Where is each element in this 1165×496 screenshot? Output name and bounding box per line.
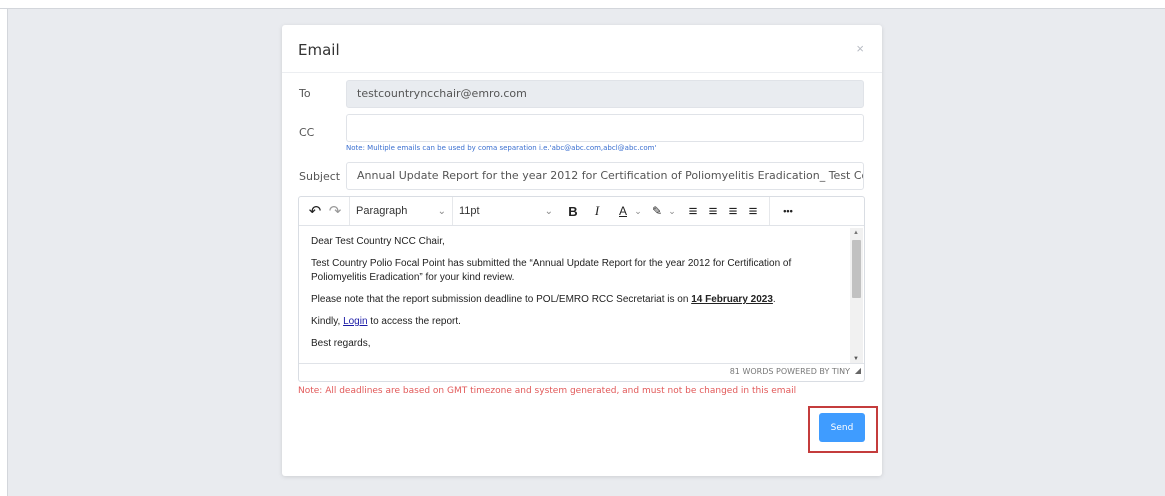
scroll-thumb[interactable] — [852, 240, 861, 298]
editor-content[interactable]: Dear Test Country NCC Chair, Test Countr… — [299, 227, 850, 363]
to-field[interactable]: testcountryncchair@emro.com — [346, 80, 864, 108]
align-center-icon[interactable]: ≡ — [703, 200, 723, 222]
deadline-period: . — [772, 294, 776, 305]
chevron-down-icon: ⌄ — [437, 205, 446, 217]
login-pre: Kindly, — [311, 316, 344, 327]
toolbar-divider — [769, 197, 770, 225]
login-link[interactable]: Login — [343, 316, 367, 327]
send-highlight-box: Send — [808, 406, 878, 453]
login-paragraph: Kindly, Login to access the report. — [311, 315, 838, 329]
modal-title: Email — [298, 41, 340, 59]
send-button[interactable]: Send — [819, 413, 865, 442]
to-label: To — [299, 87, 311, 100]
block-format-select[interactable]: Paragraph ⌄ — [350, 200, 452, 222]
font-size-value: 11pt — [459, 205, 480, 217]
bold-icon[interactable]: B — [563, 200, 583, 222]
close-icon[interactable]: × — [856, 41, 864, 56]
subject-label: Subject — [299, 170, 341, 183]
deadline-paragraph: Please note that the report submission d… — [311, 293, 838, 307]
font-size-select[interactable]: 11pt ⌄ — [453, 200, 559, 222]
editor-scrollbar[interactable]: ▲ ▼ — [850, 228, 863, 364]
body-paragraph: Test Country Polio Focal Point has submi… — [311, 258, 792, 283]
email-modal: Email × To testcountryncchair@emro.com C… — [282, 25, 882, 476]
editor-toolbar: ↶ ↷ Paragraph ⌄ 11pt ⌄ B I A ⌄ ✎ ⌄ ≡ ≡ ≡… — [299, 197, 864, 226]
editor-statusbar: 81 WORDS POWERED BY TINY ◢ — [299, 363, 864, 381]
more-icon[interactable]: ••• — [778, 200, 798, 222]
highlight-icon[interactable]: ✎ — [647, 200, 667, 222]
login-post: to access the report. — [367, 316, 461, 327]
chevron-down-icon[interactable]: ⌄ — [633, 200, 643, 222]
deadline-note: Note: All deadlines are based on GMT tim… — [298, 386, 797, 396]
align-right-icon[interactable]: ≡ — [723, 200, 743, 222]
chevron-down-icon: ⌄ — [544, 205, 553, 217]
deadline-text: Please note that the report submission d… — [311, 294, 692, 305]
scroll-down-icon[interactable]: ▼ — [853, 356, 859, 362]
font-color-icon[interactable]: A — [613, 200, 633, 222]
subject-field[interactable]: Annual Update Report for the year 2012 f… — [346, 162, 864, 190]
rich-text-editor: ↶ ↷ Paragraph ⌄ 11pt ⌄ B I A ⌄ ✎ ⌄ ≡ ≡ ≡… — [298, 196, 865, 382]
left-edge — [0, 9, 8, 496]
top-bar — [0, 0, 1165, 9]
cc-field[interactable] — [346, 114, 864, 142]
cc-label: CC — [299, 126, 315, 139]
redo-icon[interactable]: ↷ — [325, 200, 345, 222]
scroll-up-icon[interactable]: ▲ — [853, 230, 859, 236]
greeting-text: Dear Test Country NCC Chair, — [311, 236, 445, 247]
justify-icon[interactable]: ≡ — [743, 200, 763, 222]
word-count: 81 WORDS POWERED BY TINY — [729, 367, 850, 376]
resize-handle-icon[interactable]: ◢ — [855, 363, 861, 379]
align-left-icon[interactable]: ≡ — [683, 200, 703, 222]
deadline-date: 14 February 2023 — [691, 294, 773, 305]
closing-text: Best regards, — [311, 338, 371, 349]
modal-header: Email × — [282, 25, 882, 73]
block-format-value: Paragraph — [356, 205, 408, 217]
chevron-down-icon[interactable]: ⌄ — [667, 200, 677, 222]
cc-hint: Note: Multiple emails can be used by com… — [346, 144, 657, 152]
undo-icon[interactable]: ↶ — [305, 200, 325, 222]
italic-icon[interactable]: I — [587, 200, 607, 222]
